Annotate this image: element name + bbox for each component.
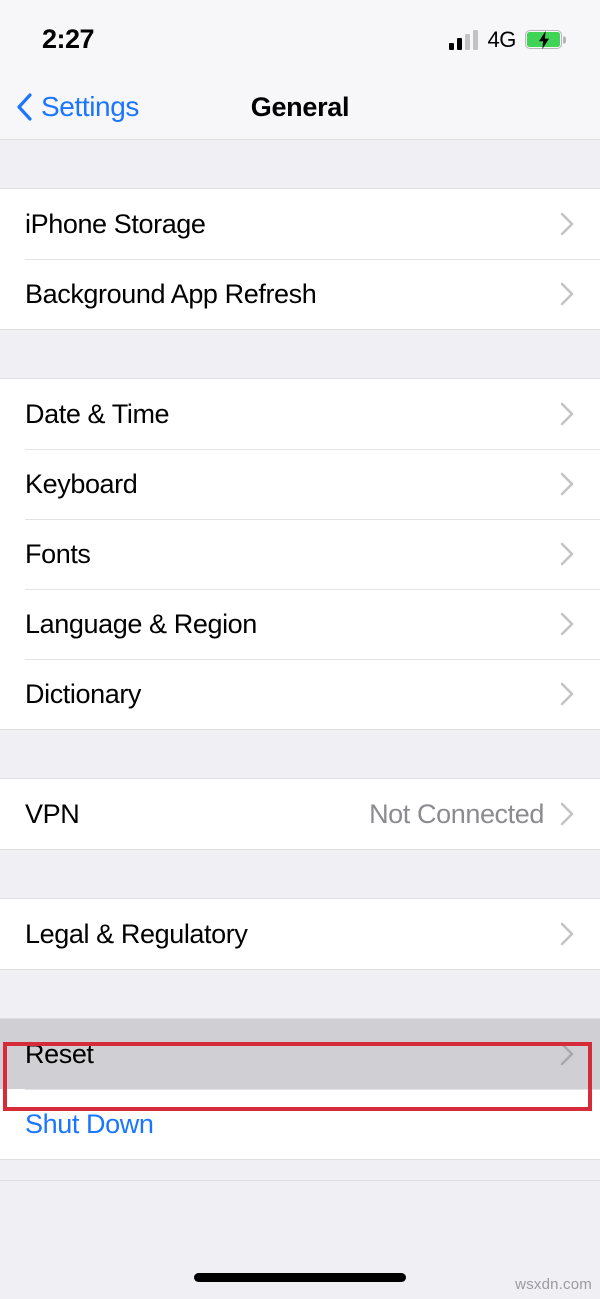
settings-row-keyboard[interactable]: Keyboard [0, 449, 600, 519]
settings-group-3: VPN Not Connected [0, 778, 600, 850]
row-label: Date & Time [25, 398, 170, 429]
status-time: 2:27 [42, 24, 95, 54]
chevron-right-icon [560, 802, 574, 826]
settings-group-2: Date & Time Keyboard Fonts Language & Re… [0, 378, 600, 730]
row-label: Shut Down [25, 1108, 154, 1139]
row-label: Keyboard [25, 468, 138, 499]
settings-row-dictionary[interactable]: Dictionary [0, 659, 600, 729]
row-label: Legal & Regulatory [25, 918, 248, 949]
chevron-right-icon [560, 612, 574, 636]
chevron-right-icon [560, 542, 574, 566]
cellular-signal-icon [449, 29, 479, 50]
settings-group-1: iPhone Storage Background App Refresh [0, 188, 600, 330]
chevron-right-icon [560, 472, 574, 496]
settings-row-shut-down[interactable]: Shut Down [0, 1089, 600, 1159]
settings-row-vpn[interactable]: VPN Not Connected [0, 779, 600, 849]
row-label: iPhone Storage [25, 208, 206, 239]
row-label: Dictionary [25, 678, 142, 709]
section-gap [0, 330, 600, 378]
home-indicator[interactable] [194, 1273, 406, 1282]
settings-row-background-app-refresh[interactable]: Background App Refresh [0, 259, 600, 329]
chevron-left-icon [17, 93, 32, 121]
watermark: wsxdn.com [515, 1276, 592, 1293]
section-gap [0, 730, 600, 778]
settings-group-4: Legal & Regulatory [0, 898, 600, 970]
settings-row-iphone-storage[interactable]: iPhone Storage [0, 189, 600, 259]
section-gap [0, 970, 600, 1018]
bottom-bar: wsxdn.com [0, 1180, 600, 1299]
settings-row-reset[interactable]: Reset [0, 1019, 600, 1089]
status-bar: 2:27 4G [0, 0, 600, 75]
row-label: VPN [25, 798, 80, 829]
battery-charging-icon [525, 30, 562, 49]
lightning-bolt-icon [538, 30, 549, 49]
chevron-right-icon [560, 282, 574, 306]
chevron-right-icon [560, 682, 574, 706]
status-indicators: 4G [449, 26, 562, 52]
chevron-right-icon [560, 212, 574, 236]
row-label: Background App Refresh [25, 278, 317, 309]
back-button[interactable]: Settings [0, 91, 139, 123]
chevron-right-icon [560, 922, 574, 946]
row-label: Fonts [25, 538, 91, 569]
chevron-right-icon [560, 402, 574, 426]
section-gap [0, 850, 600, 898]
vpn-status-value: Not Connected [369, 798, 544, 829]
row-label: Reset [25, 1038, 94, 1069]
settings-list: iPhone Storage Background App Refresh Da… [0, 140, 600, 1217]
section-gap [0, 140, 600, 188]
settings-row-language-and-region[interactable]: Language & Region [0, 589, 600, 659]
back-button-label: Settings [41, 91, 139, 122]
settings-group-5: Reset Shut Down [0, 1018, 600, 1160]
settings-row-legal-and-regulatory[interactable]: Legal & Regulatory [0, 899, 600, 969]
settings-row-fonts[interactable]: Fonts [0, 519, 600, 589]
settings-row-date-and-time[interactable]: Date & Time [0, 379, 600, 449]
navigation-bar: Settings General [0, 75, 600, 140]
chevron-right-icon [560, 1042, 574, 1066]
row-label: Language & Region [25, 608, 257, 639]
network-type-label: 4G [487, 26, 516, 52]
